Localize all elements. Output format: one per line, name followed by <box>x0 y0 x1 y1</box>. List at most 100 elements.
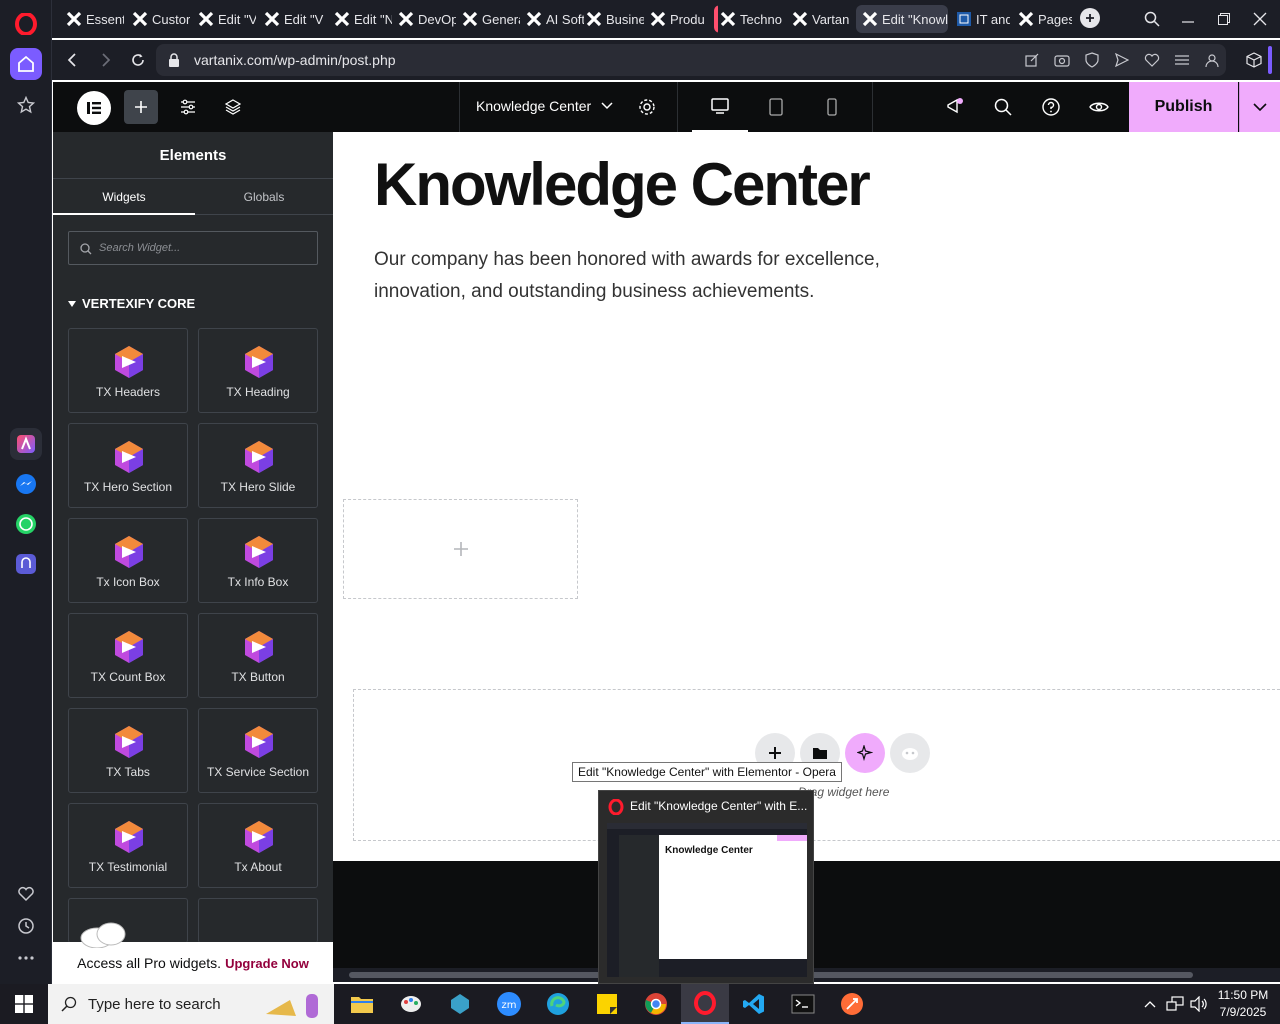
widget-card[interactable]: TX Service Section <box>198 708 318 793</box>
browser-tab[interactable]: Vartan <box>786 5 854 33</box>
chevron-up-icon[interactable] <box>1140 994 1160 1014</box>
zoom-icon[interactable]: zm <box>485 984 533 1024</box>
heart-icon[interactable] <box>10 878 42 910</box>
browser-tab[interactable]: DevOp <box>392 5 456 33</box>
easy-setup-icon[interactable] <box>1174 52 1190 68</box>
profile-icon[interactable] <box>1204 52 1220 68</box>
page-paragraph[interactable]: Our company has been honored with awards… <box>374 244 934 308</box>
site-settings-sliders-icon[interactable] <box>171 90 205 124</box>
browser-tab[interactable]: Genera <box>456 5 520 33</box>
widget-card-partial[interactable] <box>198 898 318 943</box>
mobile-view-icon[interactable] <box>804 82 860 132</box>
desktop-view-icon[interactable] <box>692 82 748 132</box>
url-field[interactable]: vartanix.com/wp-admin/post.php <box>156 44 1226 76</box>
back-icon[interactable] <box>62 50 82 70</box>
finder-search-icon[interactable] <box>991 95 1015 119</box>
whatsapp-icon[interactable] <box>10 508 42 540</box>
widget-card[interactable]: TX Button <box>198 613 318 698</box>
page-settings-gear-icon[interactable] <box>636 96 658 118</box>
widget-card[interactable]: TX Tabs <box>68 708 188 793</box>
volume-icon[interactable] <box>1188 994 1210 1014</box>
preview-eye-icon[interactable] <box>1087 95 1111 119</box>
app-diamond-icon[interactable] <box>436 984 484 1024</box>
tab-bar: Essent Custor Edit "V Edit "V Edit "N DevOp Ge… <box>52 0 1280 38</box>
add-element-button[interactable] <box>124 90 158 124</box>
widget-card[interactable]: TX Heading <box>198 328 318 413</box>
restore-icon[interactable] <box>1214 9 1234 29</box>
notifications-megaphone-icon[interactable] <box>943 95 967 119</box>
sticky-notes-icon[interactable] <box>583 984 631 1024</box>
kit-library-button[interactable] <box>890 733 930 773</box>
heart-bookmark-icon[interactable] <box>1144 52 1160 68</box>
tab-search-icon[interactable] <box>1142 9 1162 29</box>
home-icon[interactable] <box>10 48 42 80</box>
opera-taskbar-icon[interactable] <box>681 984 729 1024</box>
close-window-icon[interactable] <box>1250 9 1270 29</box>
publish-options-button[interactable] <box>1239 82 1280 132</box>
tab-globals[interactable]: Globals <box>195 180 333 215</box>
new-tab-button[interactable] <box>1080 8 1100 28</box>
forward-icon[interactable] <box>96 50 116 70</box>
messenger-icon[interactable] <box>10 468 42 500</box>
chrome-icon[interactable] <box>632 984 680 1024</box>
widget-card[interactable]: TX Hero Section <box>68 423 188 508</box>
terminal-icon[interactable] <box>779 984 827 1024</box>
widget-card[interactable]: TX Count Box <box>68 613 188 698</box>
empty-column-dropzone[interactable] <box>343 499 578 599</box>
aria-ai-icon[interactable] <box>10 428 42 460</box>
taskbar-window-preview[interactable]: Edit "Knowledge Center" with E... Knowle… <box>598 790 814 984</box>
upgrade-now-link[interactable]: Upgrade Now <box>225 956 309 971</box>
widget-card[interactable]: Tx Icon Box <box>68 518 188 603</box>
camera-icon[interactable] <box>1054 52 1070 68</box>
browser-tab[interactable]: Essent <box>60 5 124 33</box>
opera-logo-icon[interactable] <box>10 8 42 40</box>
browser-tab[interactable]: Pages <box>1012 5 1072 33</box>
svg-text:zm: zm <box>502 1000 517 1011</box>
structure-layers-icon[interactable] <box>216 90 250 124</box>
history-clock-icon[interactable] <box>10 910 42 942</box>
browser-tab[interactable]: Techno <box>714 5 786 33</box>
more-dots-icon[interactable] <box>10 942 42 974</box>
ai-generate-button[interactable] <box>845 733 885 773</box>
browser-tab[interactable]: Edit "N <box>328 5 392 33</box>
minimize-icon[interactable] <box>1178 9 1198 29</box>
widget-card[interactable]: TX Headers <box>68 328 188 413</box>
browser-tab[interactable]: IT and <box>950 5 1010 33</box>
windows-start-icon[interactable] <box>0 984 48 1024</box>
network-icon[interactable] <box>1164 994 1186 1014</box>
reload-icon[interactable] <box>128 50 148 70</box>
category-header[interactable]: VERTEXIFY CORE <box>68 296 195 311</box>
tablet-view-icon[interactable] <box>748 82 804 132</box>
widget-card[interactable]: Tx About <box>198 803 318 888</box>
browser-tab[interactable]: Custor <box>126 5 190 33</box>
browser-tab[interactable]: Edit "V <box>192 5 256 33</box>
widget-card[interactable]: TX Testimonial <box>68 803 188 888</box>
browser-tab[interactable]: AI Soft <box>520 5 584 33</box>
search-widget-input[interactable]: Search Widget... <box>68 231 318 265</box>
page-selector[interactable]: Knowledge Center <box>476 98 613 114</box>
extensions-cube-icon[interactable] <box>1244 50 1264 70</box>
publish-button[interactable]: Publish <box>1129 82 1238 132</box>
help-icon[interactable] <box>1039 95 1063 119</box>
music-player-icon[interactable] <box>10 548 42 580</box>
page-heading[interactable]: Knowledge Center <box>374 150 871 219</box>
clock[interactable]: 11:50 PM 7/9/2025 <box>1212 987 1274 1021</box>
widget-card[interactable]: Tx Info Box <box>198 518 318 603</box>
taskbar-search-box[interactable]: Type here to search <box>48 984 334 1024</box>
vscode-icon[interactable] <box>730 984 778 1024</box>
postman-icon[interactable] <box>828 984 876 1024</box>
browser-tab[interactable]: Edit "Knowl <box>856 5 948 33</box>
send-icon[interactable] <box>1114 52 1130 68</box>
file-explorer-icon[interactable] <box>338 984 386 1024</box>
tab-widgets[interactable]: Widgets <box>53 180 195 215</box>
bookmarks-star-icon[interactable] <box>10 89 42 121</box>
elementor-logo-icon[interactable] <box>77 91 111 125</box>
widget-card[interactable]: TX Hero Slide <box>198 423 318 508</box>
browser-tab[interactable]: Busine <box>580 5 644 33</box>
edge-icon[interactable] <box>534 984 582 1024</box>
browser-tab[interactable]: Produ <box>644 5 708 33</box>
shield-icon[interactable] <box>1084 52 1100 68</box>
browser-tab[interactable]: Edit "V <box>258 5 328 33</box>
edit-page-icon[interactable] <box>1024 52 1040 68</box>
paint-app-icon[interactable] <box>387 984 435 1024</box>
